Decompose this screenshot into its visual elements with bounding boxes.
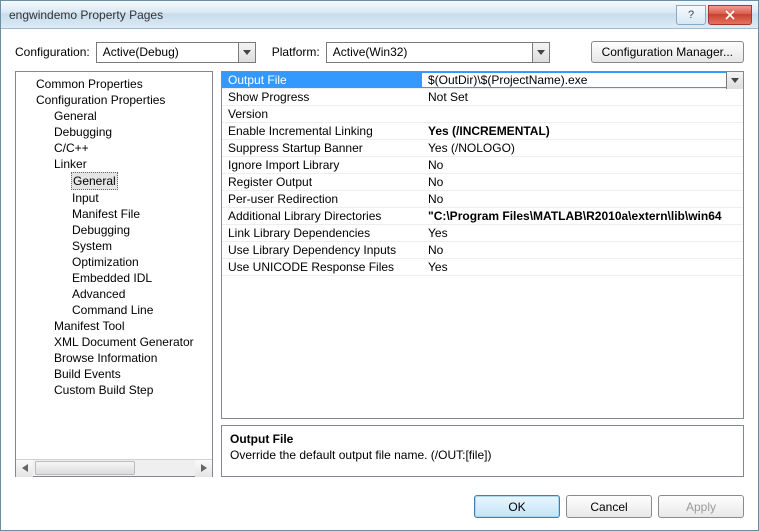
tree-item[interactable]: Advanced: [18, 286, 210, 302]
help-button[interactable]: ?: [676, 5, 706, 25]
chevron-left-icon: [22, 464, 28, 472]
property-row[interactable]: Register OutputNo: [222, 174, 743, 191]
property-value[interactable]: No: [422, 175, 743, 189]
chevron-down-icon: [731, 78, 739, 83]
tree-item[interactable]: C/C++: [18, 140, 210, 156]
property-value[interactable]: $(OutDir)\$(ProjectName).exe: [422, 73, 726, 87]
property-value[interactable]: Yes (/INCREMENTAL): [422, 124, 743, 138]
platform-label: Platform:: [272, 45, 320, 59]
description-panel: Output File Override the default output …: [221, 425, 744, 477]
property-row[interactable]: Per-user RedirectionNo: [222, 191, 743, 208]
window-buttons: ?: [676, 5, 758, 25]
property-row[interactable]: Use UNICODE Response FilesYes: [222, 259, 743, 276]
description-title: Output File: [230, 432, 735, 446]
configuration-manager-button[interactable]: Configuration Manager...: [591, 41, 744, 63]
close-button[interactable]: [708, 5, 752, 25]
apply-button[interactable]: Apply: [658, 495, 744, 518]
property-name: Output File: [222, 73, 422, 87]
tree-item[interactable]: Linker: [18, 156, 210, 172]
tree-item[interactable]: General: [71, 172, 118, 190]
horizontal-scrollbar[interactable]: [16, 459, 212, 476]
property-name: Per-user Redirection: [222, 192, 422, 206]
config-bar: Configuration: Active(Debug) Platform: A…: [1, 29, 758, 71]
scroll-left-button[interactable]: [16, 460, 33, 477]
scrollbar-track[interactable]: [33, 460, 195, 477]
right-panel: Output File$(OutDir)\$(ProjectName).exeS…: [221, 71, 744, 477]
tree-panel: Common PropertiesConfiguration Propertie…: [15, 71, 213, 477]
property-name: Additional Library Directories: [222, 209, 422, 223]
tree-item[interactable]: Manifest File: [18, 206, 210, 222]
property-grid[interactable]: Output File$(OutDir)\$(ProjectName).exeS…: [221, 71, 744, 419]
property-value[interactable]: Yes (/NOLOGO): [422, 141, 743, 155]
configuration-combo[interactable]: Active(Debug): [96, 42, 256, 63]
configuration-label: Configuration:: [15, 45, 90, 59]
property-row[interactable]: Ignore Import LibraryNo: [222, 157, 743, 174]
property-value[interactable]: Not Set: [422, 90, 743, 104]
property-value[interactable]: "C:\Program Files\MATLAB\R2010a\extern\l…: [422, 209, 743, 223]
property-row[interactable]: Show ProgressNot Set: [222, 89, 743, 106]
property-row[interactable]: Output File$(OutDir)\$(ProjectName).exe: [222, 72, 743, 89]
scrollbar-thumb[interactable]: [35, 461, 135, 475]
tree-item[interactable]: Command Line: [18, 302, 210, 318]
chevron-right-icon: [201, 464, 207, 472]
tree-item[interactable]: Embedded IDL: [18, 270, 210, 286]
property-name: Version: [222, 107, 422, 121]
description-text: Override the default output file name. (…: [230, 448, 735, 462]
combo-dropdown-button[interactable]: [532, 43, 549, 62]
tree-item[interactable]: Debugging: [18, 222, 210, 238]
main-area: Common PropertiesConfiguration Propertie…: [1, 71, 758, 487]
property-row[interactable]: Use Library Dependency InputsNo: [222, 242, 743, 259]
tree-item[interactable]: Optimization: [18, 254, 210, 270]
property-pages-window: engwindemo Property Pages ? Configuratio…: [0, 0, 759, 531]
window-title: engwindemo Property Pages: [9, 8, 676, 22]
property-row[interactable]: Version: [222, 106, 743, 123]
property-row[interactable]: Link Library DependenciesYes: [222, 225, 743, 242]
tree-view[interactable]: Common PropertiesConfiguration Propertie…: [16, 72, 212, 459]
tree-item[interactable]: Browse Information: [18, 350, 210, 366]
property-name: Register Output: [222, 175, 422, 189]
cancel-button[interactable]: Cancel: [566, 495, 652, 518]
property-name: Use UNICODE Response Files: [222, 260, 422, 274]
titlebar: engwindemo Property Pages ?: [1, 1, 758, 29]
chevron-down-icon: [243, 50, 251, 55]
property-name: Enable Incremental Linking: [222, 124, 422, 138]
tree-item[interactable]: Common Properties: [18, 76, 210, 92]
close-icon: [725, 10, 735, 20]
footer: OK Cancel Apply: [1, 487, 758, 530]
property-name: Link Library Dependencies: [222, 226, 422, 240]
tree-item[interactable]: Custom Build Step: [18, 382, 210, 398]
tree-item[interactable]: General: [18, 108, 210, 124]
property-row[interactable]: Suppress Startup BannerYes (/NOLOGO): [222, 140, 743, 157]
platform-value: Active(Win32): [333, 45, 532, 59]
property-value[interactable]: No: [422, 158, 743, 172]
tree-item[interactable]: Manifest Tool: [18, 318, 210, 334]
property-row[interactable]: Enable Incremental LinkingYes (/INCREMEN…: [222, 123, 743, 140]
platform-combo[interactable]: Active(Win32): [326, 42, 550, 63]
tree-item[interactable]: Configuration Properties: [18, 92, 210, 108]
combo-dropdown-button[interactable]: [238, 43, 255, 62]
property-name: Ignore Import Library: [222, 158, 422, 172]
property-row[interactable]: Additional Library Directories"C:\Progra…: [222, 208, 743, 225]
chevron-down-icon: [537, 50, 545, 55]
tree-item[interactable]: Debugging: [18, 124, 210, 140]
property-value[interactable]: Yes: [422, 260, 743, 274]
ok-button[interactable]: OK: [474, 495, 560, 518]
configuration-value: Active(Debug): [103, 45, 238, 59]
property-value[interactable]: No: [422, 243, 743, 257]
tree-item[interactable]: Build Events: [18, 366, 210, 382]
property-name: Suppress Startup Banner: [222, 141, 422, 155]
tree-item[interactable]: XML Document Generator: [18, 334, 210, 350]
tree-item[interactable]: System: [18, 238, 210, 254]
property-dropdown-button[interactable]: [726, 72, 743, 89]
scroll-right-button[interactable]: [195, 460, 212, 477]
tree-item[interactable]: Input: [18, 190, 210, 206]
property-name: Show Progress: [222, 90, 422, 104]
property-value[interactable]: Yes: [422, 226, 743, 240]
property-value[interactable]: No: [422, 192, 743, 206]
property-name: Use Library Dependency Inputs: [222, 243, 422, 257]
